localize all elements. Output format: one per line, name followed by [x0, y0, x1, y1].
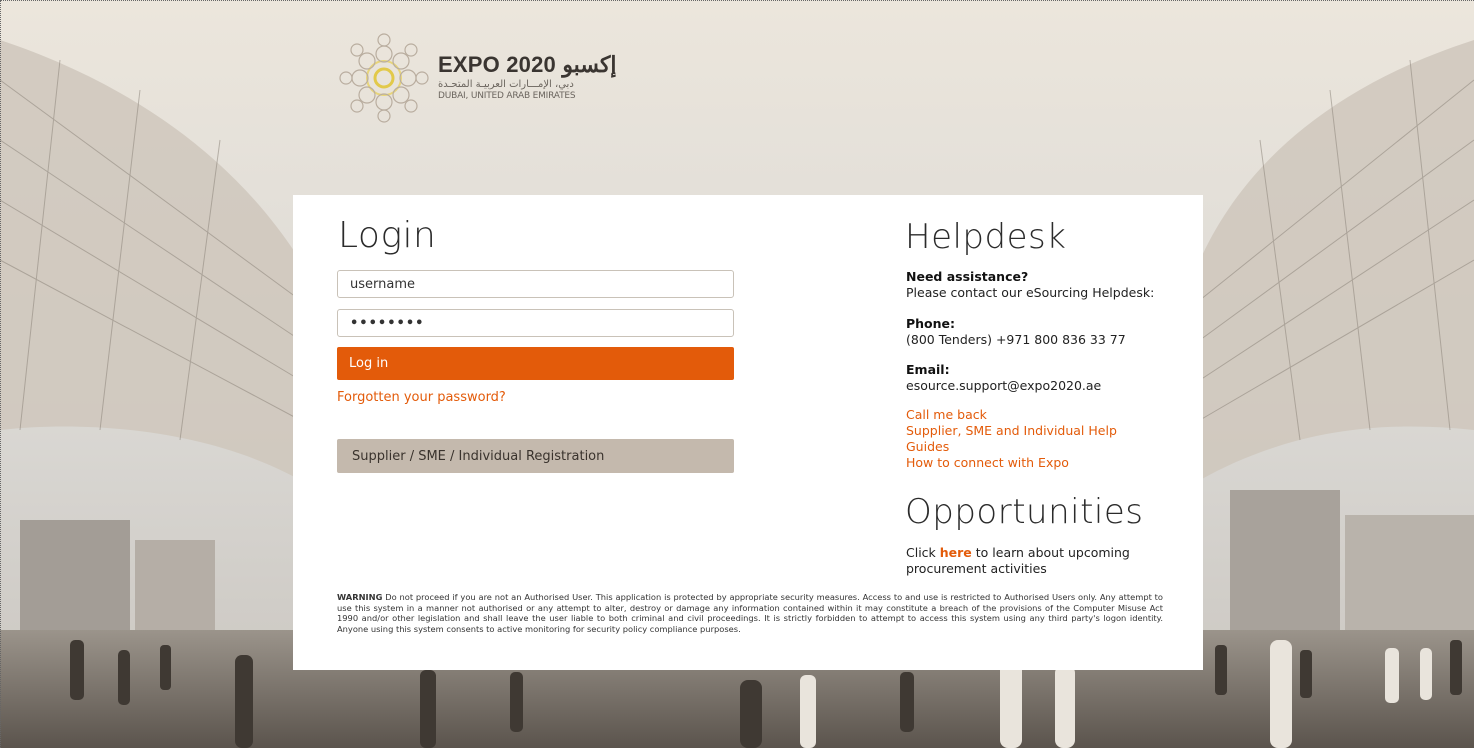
email-block: Email: esource.support@expo2020.ae: [906, 362, 1101, 394]
connect-with-expo-link[interactable]: How to connect with Expo: [906, 455, 1146, 471]
login-panel: Login Log in Forgotten your password? Su…: [293, 195, 1203, 670]
phone-block: Phone: (800 Tenders) +971 800 836 33 77: [906, 316, 1126, 348]
assistance-label: Need assistance?: [906, 269, 1029, 284]
warning-label: WARNING: [337, 592, 383, 602]
opportunities-title: Opportunities: [905, 492, 1144, 532]
helpdesk-links: Call me back Supplier, SME and Individua…: [906, 407, 1146, 471]
email-value: esource.support@expo2020.ae: [906, 378, 1102, 393]
assistance-text: Please contact our eSourcing Helpdesk:: [906, 285, 1155, 300]
phone-label: Phone:: [906, 316, 956, 331]
login-button[interactable]: Log in: [337, 347, 734, 380]
security-warning: WARNING Do not proceed if you are not an…: [337, 592, 1163, 634]
warning-text: Do not proceed if you are not an Authori…: [337, 592, 1163, 634]
username-input[interactable]: [337, 270, 734, 298]
email-label: Email:: [906, 362, 950, 377]
opportunities-text: Click here to learn about upcoming procu…: [906, 545, 1156, 577]
logo-arabic-subtitle: دبي، الإمـــارات العربيـة المتحـدة: [438, 79, 574, 90]
expo-ring-emblem-icon: [339, 33, 429, 123]
opportunities-text-before: Click: [906, 545, 940, 560]
assistance-block: Need assistance? Please contact our eSou…: [906, 269, 1154, 301]
help-guides-link[interactable]: Supplier, SME and Individual Help Guides: [906, 423, 1146, 455]
opportunities-here-link[interactable]: here: [940, 545, 972, 560]
logo-wordmark: EXPO 2020 إكسبو: [438, 52, 617, 77]
registration-button[interactable]: Supplier / SME / Individual Registration: [337, 439, 734, 473]
password-input[interactable]: [337, 309, 734, 337]
helpdesk-title: Helpdesk: [905, 217, 1067, 257]
phone-value: (800 Tenders) +971 800 836 33 77: [906, 332, 1126, 347]
logo-english-subtitle: DUBAI, UNITED ARAB EMIRATES: [438, 91, 576, 101]
call-me-back-link[interactable]: Call me back: [906, 407, 1146, 423]
forgot-password-link[interactable]: Forgotten your password?: [337, 390, 506, 405]
login-title: Login: [338, 215, 437, 256]
expo-logo: EXPO 2020 إكسبو دبي، الإمـــارات العربيـ…: [336, 32, 616, 124]
